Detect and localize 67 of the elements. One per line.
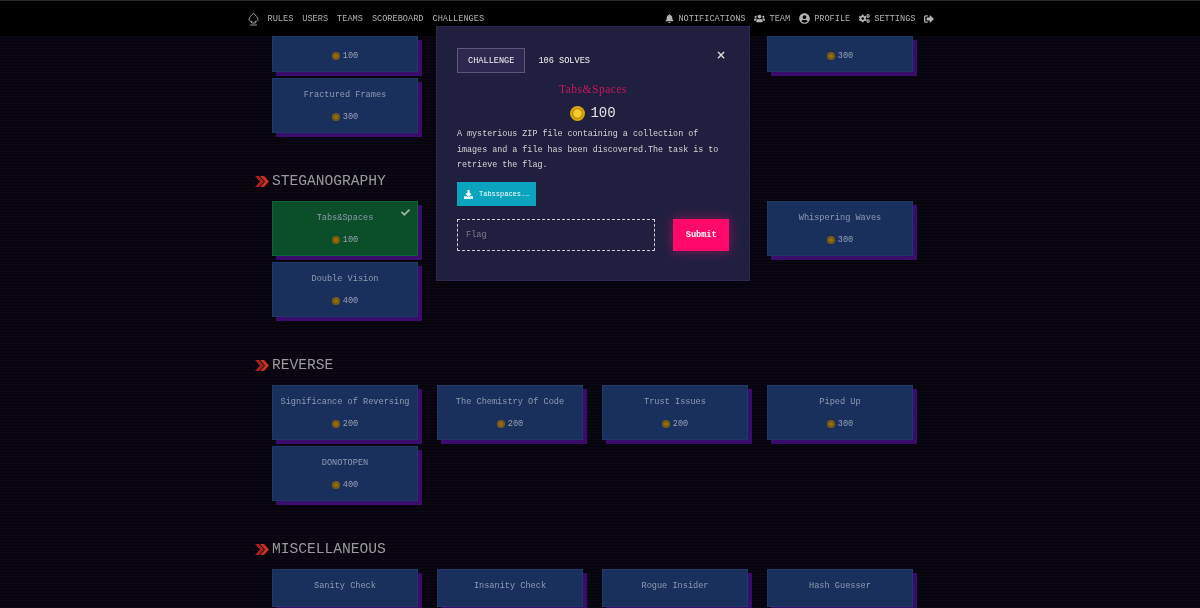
chevrons-icon <box>255 359 269 371</box>
challenge-points: 100 <box>342 50 359 62</box>
challenge-title: DONOTOPEN <box>321 457 369 469</box>
challenge-title: Hash Guesser <box>809 580 871 592</box>
coin-icon <box>331 236 340 244</box>
logout-icon[interactable] <box>924 13 934 24</box>
coin-icon <box>331 420 340 428</box>
challenge-points: 300 <box>837 418 854 430</box>
nav-link[interactable]: SETTINGS <box>854 9 920 28</box>
section-title: STEGANOGRAPHY <box>272 173 386 189</box>
challenge-title: Piped Up <box>819 396 861 408</box>
challenge-points: 300 <box>837 234 854 246</box>
challenge-points: 300 <box>837 50 854 62</box>
challenge-points: 200 <box>507 418 524 430</box>
settings-icon <box>859 13 871 24</box>
coin-icon <box>661 420 670 428</box>
challenge-title: Rogue Insider <box>641 580 709 592</box>
users-icon <box>754 13 766 24</box>
coin-icon <box>570 105 586 121</box>
challenge-description: A mysterious ZIP file containing a collection of images and a file has been discovered.The task is to retrieve the flag. <box>457 128 720 172</box>
challenge-title: Double Vision <box>311 273 379 285</box>
nav-link[interactable]: NOTIFICATIONS <box>660 9 750 28</box>
bell-icon <box>665 14 675 23</box>
challenge-title: Insanity Check <box>473 580 547 592</box>
challenge-points: 400 <box>342 295 359 307</box>
coin-icon <box>496 420 505 428</box>
dialog-tab[interactable]: 106 SOLVES <box>527 48 601 73</box>
flag-input[interactable]: Flag <box>457 219 656 251</box>
challenge-points: 100 <box>342 234 359 246</box>
coin-icon <box>826 420 835 428</box>
coin-icon <box>331 52 340 60</box>
nav-link[interactable]: SCOREBOARD <box>367 9 428 28</box>
user-icon <box>799 13 811 24</box>
close-button[interactable]: × <box>715 49 726 61</box>
challenge-title: Whispering Waves <box>798 212 882 224</box>
challenge-title: Sanity Check <box>314 580 376 592</box>
download-icon <box>464 189 473 199</box>
nav-link[interactable]: CHALLENGES <box>427 9 489 28</box>
challenge-title: Trust Issues <box>644 396 706 408</box>
coin-icon <box>331 297 340 305</box>
chevrons-icon <box>255 543 269 555</box>
challenge-title: The Chemistry Of Code <box>455 396 565 408</box>
challenge-title: Fractured Frames <box>303 89 387 101</box>
coin-icon <box>331 113 340 121</box>
dialog-tab[interactable]: CHALLENGE <box>457 48 526 73</box>
coin-icon <box>826 52 835 60</box>
nav-link[interactable]: RULES <box>263 9 298 28</box>
submit-button[interactable]: Submit <box>673 219 729 251</box>
chevrons-icon <box>255 175 269 187</box>
logo-icon[interactable] <box>248 11 259 26</box>
challenge-points: 200 <box>342 418 359 430</box>
challenge-value: 100 <box>590 104 616 122</box>
challenge-title: Significance of Reversing <box>280 396 410 408</box>
challenge-title: Tabs&Spaces <box>316 212 374 224</box>
challenge-heading: Tabs&Spaces <box>558 82 628 96</box>
challenge-points: 400 <box>342 479 359 491</box>
check-icon <box>401 208 410 217</box>
challenge-points: 200 <box>672 418 689 430</box>
section-title: REVERSE <box>272 357 334 373</box>
coin-icon <box>826 236 835 244</box>
challenge-points: 300 <box>342 111 359 123</box>
nav-link[interactable]: TEAMS <box>332 9 368 28</box>
nav-link[interactable]: PROFILE <box>794 9 855 28</box>
section-title: MISCELLANEOUS <box>272 541 386 557</box>
nav-link[interactable]: TEAM <box>750 9 795 28</box>
coin-icon <box>331 481 340 489</box>
nav-link[interactable]: USERS <box>297 9 333 28</box>
